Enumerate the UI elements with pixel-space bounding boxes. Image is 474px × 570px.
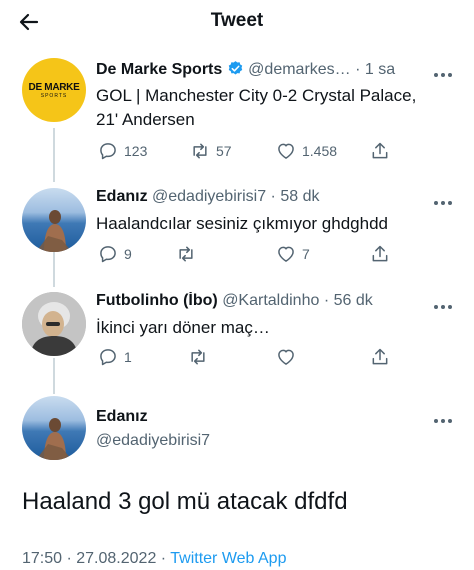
top-bar: Tweet <box>0 0 474 44</box>
more-button[interactable] <box>432 412 454 426</box>
retweet-button[interactable] <box>176 243 196 265</box>
separator: · <box>270 188 276 205</box>
timestamp[interactable]: 1 sa <box>365 61 395 78</box>
like-button[interactable]: 1.458 <box>276 140 337 162</box>
avatar[interactable] <box>22 188 86 252</box>
separator: · <box>323 292 330 309</box>
display-name[interactable]: Edanız <box>96 408 148 425</box>
like-button[interactable]: 7 <box>276 243 310 265</box>
retweet-icon <box>191 349 205 365</box>
main-tweet-author[interactable]: Edanız @edadiyebirisi7 <box>0 394 474 470</box>
more-icon <box>433 410 454 428</box>
more-button[interactable] <box>432 194 454 208</box>
avatar[interactable] <box>22 292 86 356</box>
verified-badge-icon <box>228 61 242 75</box>
action-bar: 123 57 1.458 <box>96 140 460 162</box>
tweet-text-line: GOL | Manchester City 0-2 Crystal Palace… <box>96 86 417 105</box>
share-icon <box>372 142 388 159</box>
avatar[interactable] <box>22 396 86 460</box>
reply-button[interactable]: 1 <box>98 346 132 368</box>
more-icon <box>433 192 454 210</box>
retweet-button[interactable]: 57 <box>190 140 232 162</box>
display-name[interactable]: Edanız <box>96 188 148 205</box>
reply-count: 123 <box>124 143 148 159</box>
retweet-button[interactable] <box>188 346 208 368</box>
like-count: 7 <box>302 246 310 262</box>
reply-button[interactable]: 9 <box>98 243 132 265</box>
avatar-logo-text: DE MARKE <box>28 81 80 93</box>
like-icon <box>278 143 294 159</box>
like-count: 1.458 <box>302 143 338 159</box>
avatar-photo <box>22 292 86 356</box>
share-button[interactable] <box>370 346 390 368</box>
action-bar: 1 <box>96 346 460 368</box>
reply-button[interactable]: 123 <box>98 140 147 162</box>
avatar-photo <box>36 418 72 460</box>
more-button[interactable] <box>432 66 454 80</box>
author-name: Edanız <box>96 408 444 426</box>
tweet-text: GOL | Manchester City 0-2 Crystal Palace… <box>96 84 460 132</box>
tweet-meta: De Marke Sports @demarkes… · 1 sa <box>96 60 444 79</box>
reply-tweet[interactable]: Edanız @edadiyebirisi7 · 58 dk Haalandcı… <box>0 184 474 284</box>
reply-icon <box>100 143 116 160</box>
avatar-photo <box>36 210 72 252</box>
action-bar: 9 7 <box>96 243 460 265</box>
timestamp[interactable]: 56 dk <box>334 292 373 309</box>
separator: · <box>355 61 361 78</box>
more-icon <box>433 296 454 314</box>
reply-count: 1 <box>124 349 132 365</box>
tweet-meta: Edanız @edadiyebirisi7 · 58 dk <box>96 188 444 206</box>
timestamp[interactable]: 58 dk <box>280 188 319 205</box>
share-button[interactable] <box>370 140 390 162</box>
reply-count: 9 <box>124 246 132 262</box>
handle[interactable]: @demarkes… <box>248 61 351 78</box>
display-name[interactable]: De Marke Sports <box>96 61 222 78</box>
retweet-icon <box>179 246 193 262</box>
reply-tweet[interactable]: Futbolinho (İbo) @Kartaldinho · 56 dk İk… <box>0 288 474 388</box>
tweet-text: İkinci yarı döner maç… <box>96 318 270 337</box>
display-name[interactable]: Futbolinho (İbo) <box>96 292 218 309</box>
tweet-timestamp-row: 17:50 · 27.08.2022 · Twitter Web App <box>22 550 286 568</box>
share-icon <box>372 245 388 262</box>
reply-tweet[interactable]: DE MARKE SPORTS De Marke Sports @demarke… <box>0 56 474 176</box>
share-icon <box>372 348 388 365</box>
tweet-meta: Futbolinho (İbo) @Kartaldinho · 56 dk <box>96 292 444 310</box>
tweet-text-line: 21' Andersen <box>96 110 195 129</box>
author-handle: @edadiyebirisi7 <box>96 432 444 450</box>
tweet-timestamp[interactable]: 17:50 · 27.08.2022 · <box>22 550 170 567</box>
main-tweet-text: Haaland 3 gol mü atacak dfdfd <box>22 488 348 515</box>
client-link[interactable]: Twitter Web App <box>170 550 286 567</box>
handle[interactable]: @Kartaldinho <box>222 292 319 309</box>
like-icon <box>278 349 294 365</box>
avatar[interactable]: DE MARKE SPORTS <box>22 58 86 122</box>
handle[interactable]: @edadiyebirisi7 <box>152 188 266 205</box>
tweet-text: Haalandcılar sesiniz çıkmıyor ghdghdd <box>96 214 388 233</box>
reply-icon <box>100 349 116 366</box>
more-icon <box>433 64 454 82</box>
like-button[interactable] <box>276 346 296 368</box>
handle[interactable]: @edadiyebirisi7 <box>96 432 210 449</box>
more-button[interactable] <box>432 298 454 312</box>
retweet-icon <box>193 143 207 159</box>
share-button[interactable] <box>370 243 390 265</box>
retweet-count: 57 <box>216 143 232 159</box>
page-title: Tweet <box>210 10 264 31</box>
avatar-logo-sub: SPORTS <box>40 92 68 99</box>
reply-icon <box>100 246 116 263</box>
like-icon <box>278 246 294 262</box>
